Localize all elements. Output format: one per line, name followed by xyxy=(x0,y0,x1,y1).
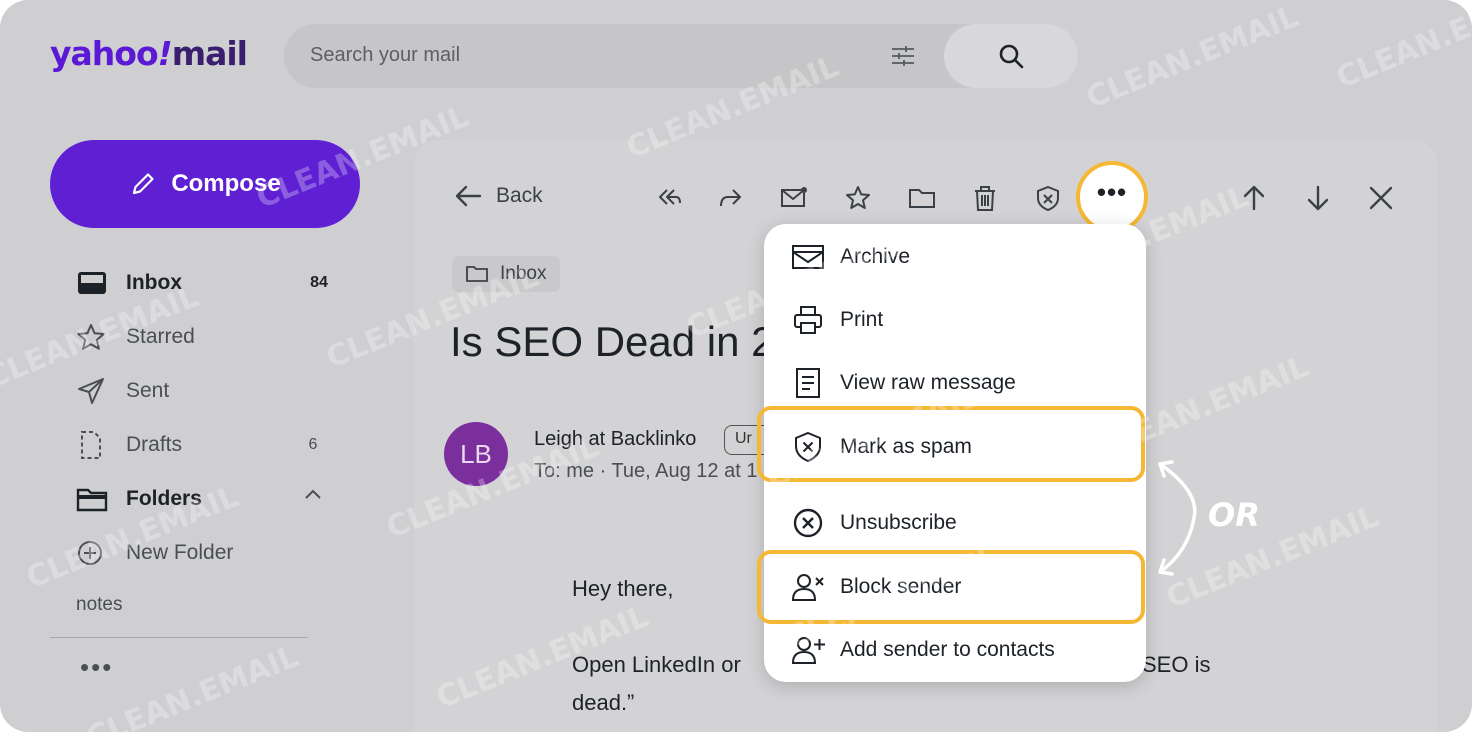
unread-count-badge: 84 xyxy=(310,274,328,291)
filter-icon[interactable] xyxy=(890,44,916,68)
highlight-block-sender xyxy=(757,550,1145,624)
search-button[interactable] xyxy=(944,24,1078,88)
menu-item-label: Add sender to contacts xyxy=(840,638,1055,661)
draft-icon xyxy=(76,430,112,460)
search-icon xyxy=(999,44,1024,69)
sidebar-item-sent[interactable]: Sent xyxy=(76,364,336,418)
message-body-text: Open LinkedIn or xyxy=(572,652,741,677)
recipient-line: To: me · Tue, Aug 12 at 1 xyxy=(534,460,758,482)
search-bar[interactable]: Search your mail xyxy=(284,24,1078,88)
menu-item-view-raw[interactable]: View raw message xyxy=(764,352,1146,414)
back-label: Back xyxy=(496,184,543,207)
close-icon[interactable] xyxy=(1367,184,1395,212)
sidebar-divider xyxy=(50,637,308,638)
inbox-icon xyxy=(76,268,112,298)
sidebar-item-inbox[interactable]: Inbox 84 xyxy=(76,256,336,310)
message-subject: Is SEO Dead in 2 xyxy=(450,318,775,365)
folder-chip[interactable]: Inbox xyxy=(452,256,561,292)
paper-plane-icon xyxy=(76,376,112,406)
arrow-left-icon xyxy=(455,185,482,207)
avatar[interactable]: LB xyxy=(444,422,508,486)
menu-item-archive[interactable]: Archive xyxy=(764,226,1146,288)
compose-button[interactable]: Compose xyxy=(50,140,360,228)
sidebar-item-drafts[interactable]: Drafts 6 xyxy=(76,418,336,472)
sidebar-item-label: Drafts xyxy=(126,433,183,456)
printer-icon xyxy=(790,303,826,337)
drafts-count-badge: 6 xyxy=(308,436,318,453)
watermark-text: CLEAN.EMAIL xyxy=(81,639,304,732)
highlight-mark-spam xyxy=(757,406,1145,482)
pencil-icon xyxy=(133,173,154,195)
app-window: yahoo!mail Search your mail Compose Inbo… xyxy=(0,0,1472,732)
sidebar-item-label: Inbox xyxy=(126,271,182,294)
menu-item-label: View raw message xyxy=(840,371,1016,394)
compose-label: Compose xyxy=(171,170,281,197)
watermark-text: CLEAN.EMAIL xyxy=(1331,0,1472,96)
star-icon xyxy=(76,322,112,352)
document-icon xyxy=(790,366,826,400)
more-options-icon[interactable]: ••• xyxy=(80,652,113,683)
mark-unread-icon[interactable] xyxy=(780,184,808,212)
plus-circle-icon xyxy=(76,538,112,568)
reply-all-icon[interactable] xyxy=(654,184,682,212)
folder-icon xyxy=(76,484,112,514)
yahoo-mail-logo[interactable]: yahoo!mail xyxy=(50,34,248,73)
sidebar-item-new-folder[interactable]: New Folder xyxy=(76,526,336,580)
folder-icon xyxy=(466,266,488,282)
star-icon[interactable] xyxy=(844,184,872,212)
unsubscribe-icon xyxy=(790,506,826,540)
message-body-text: SEO is xyxy=(1142,652,1211,677)
forward-icon[interactable] xyxy=(717,184,745,212)
archive-icon xyxy=(790,240,826,274)
sidebar-item-label: Folders xyxy=(126,487,202,510)
sidebar-nav: Inbox 84 Starred Sent Drafts 6 Folders N… xyxy=(76,256,336,580)
menu-item-label: Archive xyxy=(840,245,911,268)
search-input[interactable]: Search your mail xyxy=(310,44,460,67)
notes-section-label[interactable]: notes xyxy=(76,594,122,616)
folder-chip-label: Inbox xyxy=(500,263,547,284)
watermark-text: CLEAN.EMAIL xyxy=(1081,0,1304,116)
more-actions-button[interactable]: ••• xyxy=(1076,161,1148,233)
trash-icon[interactable] xyxy=(971,184,999,212)
arrow-up-icon[interactable] xyxy=(1240,184,1268,212)
menu-item-label: Print xyxy=(840,308,884,331)
message-body-text: dead.” xyxy=(572,690,635,715)
menu-item-unsubscribe[interactable]: Unsubscribe xyxy=(764,492,1146,554)
spam-shield-icon[interactable] xyxy=(1034,184,1062,212)
sidebar-item-folders[interactable]: Folders xyxy=(76,472,336,526)
sidebar-item-label: New Folder xyxy=(126,541,234,564)
sender-name[interactable]: Leigh at Backlinko xyxy=(534,428,696,451)
add-user-icon xyxy=(790,633,826,667)
or-annotation-label: OR xyxy=(1208,496,1260,534)
sidebar-item-label: Sent xyxy=(126,379,170,402)
or-arrow-annotation xyxy=(1158,460,1197,576)
menu-item-label: Unsubscribe xyxy=(840,511,957,534)
back-button[interactable]: Back xyxy=(454,184,543,208)
move-folder-icon[interactable] xyxy=(908,184,936,212)
sidebar-item-label: Starred xyxy=(126,325,195,348)
chevron-up-icon[interactable] xyxy=(304,488,322,500)
message-body-greeting: Hey there, xyxy=(572,576,674,601)
menu-item-print[interactable]: Print xyxy=(764,289,1146,351)
sidebar-item-starred[interactable]: Starred xyxy=(76,310,336,364)
menu-item-add-contact[interactable]: Add sender to contacts xyxy=(764,619,1146,681)
more-dots-icon: ••• xyxy=(1096,177,1128,207)
arrow-down-icon[interactable] xyxy=(1304,184,1332,212)
